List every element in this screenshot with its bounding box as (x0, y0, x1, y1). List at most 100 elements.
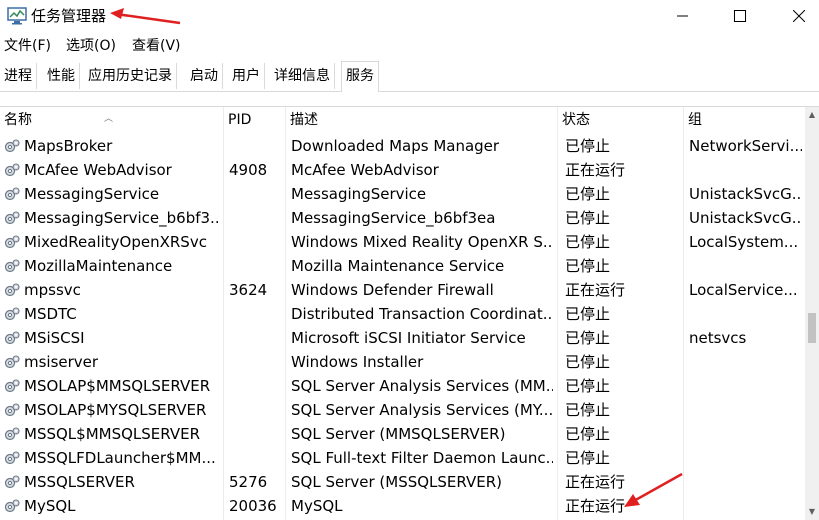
service-status: 已停止 (565, 233, 611, 251)
column-status[interactable]: 状态 (558, 107, 684, 134)
column-group-label: 组 (688, 112, 702, 128)
service-row[interactable]: McAfee WebAdvisor 4908 McAfee WebAdvisor 正在… (0, 158, 805, 182)
service-gear-icon (4, 475, 20, 489)
service-group: LocalSystem... (689, 233, 799, 251)
service-gear-icon (4, 403, 20, 417)
service-status: 已停止 (565, 209, 611, 227)
service-row[interactable]: MySQL 20036 MySQL 正在运行 (0, 494, 805, 518)
column-description[interactable]: 描述 (286, 107, 558, 134)
title-bar: 任务管理器 (0, 0, 819, 32)
service-name: MSiSCSI (24, 329, 85, 347)
service-status: 已停止 (565, 377, 611, 395)
column-group[interactable]: 组 (684, 107, 805, 134)
column-name[interactable]: 名称 ︿ (0, 107, 224, 134)
service-description: Windows Installer (291, 353, 424, 371)
service-name: MSOLAP$MYSQLSERVER (24, 401, 207, 419)
menu-options[interactable]: 选项(O) (66, 37, 116, 55)
tab-performance[interactable]: 性能 (43, 63, 80, 89)
service-row[interactable]: MessagingService MessagingService 已停止 Unist… (0, 182, 805, 206)
service-name: MSOLAP$MMSQLSERVER (24, 377, 211, 395)
service-name: MySQL (24, 497, 76, 515)
service-row[interactable]: MSOLAP$MYSQLSERVER SQL Server Analysis Se… (0, 398, 805, 422)
service-name: MozillaMaintenance (24, 257, 173, 275)
service-pid: 3624 (229, 281, 268, 299)
column-pid[interactable]: PID (224, 107, 286, 134)
service-name: msiserver (24, 353, 99, 371)
service-row[interactable]: MSSQLFDLauncher$MM... SQL Full-text Filte… (0, 446, 805, 470)
vertical-scrollbar[interactable]: ▲ ▼ (805, 107, 819, 520)
service-name: MSDTC (24, 305, 77, 323)
menu-file[interactable]: 文件(F) (4, 37, 51, 55)
service-gear-icon (4, 235, 20, 249)
service-group: UnistackSvcG... (689, 209, 802, 227)
close-button[interactable] (769, 0, 819, 32)
tab-startup[interactable]: 启动 (186, 63, 223, 89)
service-row[interactable]: msiserver Windows Installer 已停止 (0, 350, 805, 374)
service-gear-icon (4, 211, 20, 225)
minimize-button[interactable] (653, 0, 713, 32)
menu-view[interactable]: 查看(V) (132, 37, 181, 55)
service-status: 已停止 (565, 329, 611, 347)
service-gear-icon (4, 283, 20, 297)
service-row[interactable]: MixedRealityOpenXRSvc Windows Mixed Reali… (0, 230, 805, 254)
service-row[interactable]: MSSQLSERVER 5276 SQL Server (MSSQLSERVER) 正… (0, 470, 805, 494)
service-gear-icon (4, 355, 20, 369)
tab-content-gap (0, 92, 819, 107)
service-pid (229, 230, 285, 254)
service-gear-icon (4, 259, 20, 273)
column-description-label: 描述 (290, 112, 318, 128)
service-gear-icon (4, 139, 20, 153)
tab-details[interactable]: 详细信息 (270, 63, 335, 89)
service-status: 已停止 (565, 185, 611, 203)
service-row[interactable]: mpssvc 3624 Windows Defender Firewall 正在运行 L… (0, 278, 805, 302)
service-status: 已停止 (565, 401, 611, 419)
maximize-icon (734, 10, 746, 22)
service-status: 已停止 (565, 137, 611, 155)
scroll-thumb[interactable] (808, 313, 816, 343)
service-group (689, 302, 802, 326)
window-title: 任务管理器 (31, 7, 107, 25)
service-gear-icon (4, 187, 20, 201)
service-pid (229, 134, 285, 158)
service-gear-icon (4, 307, 20, 321)
service-pid: 4908 (229, 161, 268, 179)
tab-bar: 进程 性能 应用历史记录 启动 用户 详细信息 服务 (0, 61, 819, 93)
service-description: SQL Server (MSSQLSERVER) (291, 473, 503, 491)
service-status: 已停止 (565, 257, 611, 275)
tab-users[interactable]: 用户 (228, 63, 265, 89)
service-description: SQL Full-text Filter Daemon Launc... (291, 449, 553, 467)
service-row[interactable]: MSSQL$MMSQLSERVER SQL Server (MMSQLSERVER… (0, 422, 805, 446)
tab-app-history[interactable]: 应用历史记录 (84, 63, 177, 89)
service-group (689, 254, 802, 278)
service-group: UnistackSvcG... (689, 185, 802, 203)
maximize-button[interactable] (710, 0, 770, 32)
column-status-label: 状态 (562, 112, 590, 128)
service-pid (229, 374, 285, 398)
service-pid (229, 422, 285, 446)
service-group (689, 158, 802, 182)
scroll-down-icon[interactable]: ▼ (805, 504, 819, 520)
service-pid (229, 254, 285, 278)
tab-processes[interactable]: 进程 (0, 63, 37, 89)
service-row[interactable]: MessagingService_b6bf3... MessagingServic… (0, 206, 805, 230)
service-pid (229, 326, 285, 350)
service-description: Mozilla Maintenance Service (291, 257, 505, 275)
service-row[interactable]: MapsBroker Downloaded Maps Manager 已停止 Netw… (0, 134, 805, 158)
service-name: MessagingService (24, 185, 160, 203)
tab-services[interactable]: 服务 (341, 61, 379, 93)
service-pid (229, 302, 285, 326)
service-description: SQL Server Analysis Services (MM... (291, 377, 553, 395)
service-status: 已停止 (565, 425, 611, 443)
service-row[interactable]: MSOLAP$MMSQLSERVER SQL Server Analysis Se… (0, 374, 805, 398)
scroll-up-icon[interactable]: ▲ (805, 107, 819, 123)
menu-bar: 文件(F) 选项(O) 查看(V) (0, 34, 819, 58)
service-description: SQL Server Analysis Services (MY... (291, 401, 553, 419)
service-status: 正在运行 (565, 497, 626, 515)
minimize-icon (677, 15, 688, 17)
service-row[interactable]: MSiSCSI Microsoft iSCSI Initiator Service… (0, 326, 805, 350)
service-row[interactable]: MSDTC Distributed Transaction Coordinat..… (0, 302, 805, 326)
service-gear-icon (4, 379, 20, 393)
service-row[interactable]: MozillaMaintenance Mozilla Maintenance Se… (0, 254, 805, 278)
service-name: MapsBroker (24, 137, 113, 155)
service-pid: 20036 (229, 497, 277, 515)
